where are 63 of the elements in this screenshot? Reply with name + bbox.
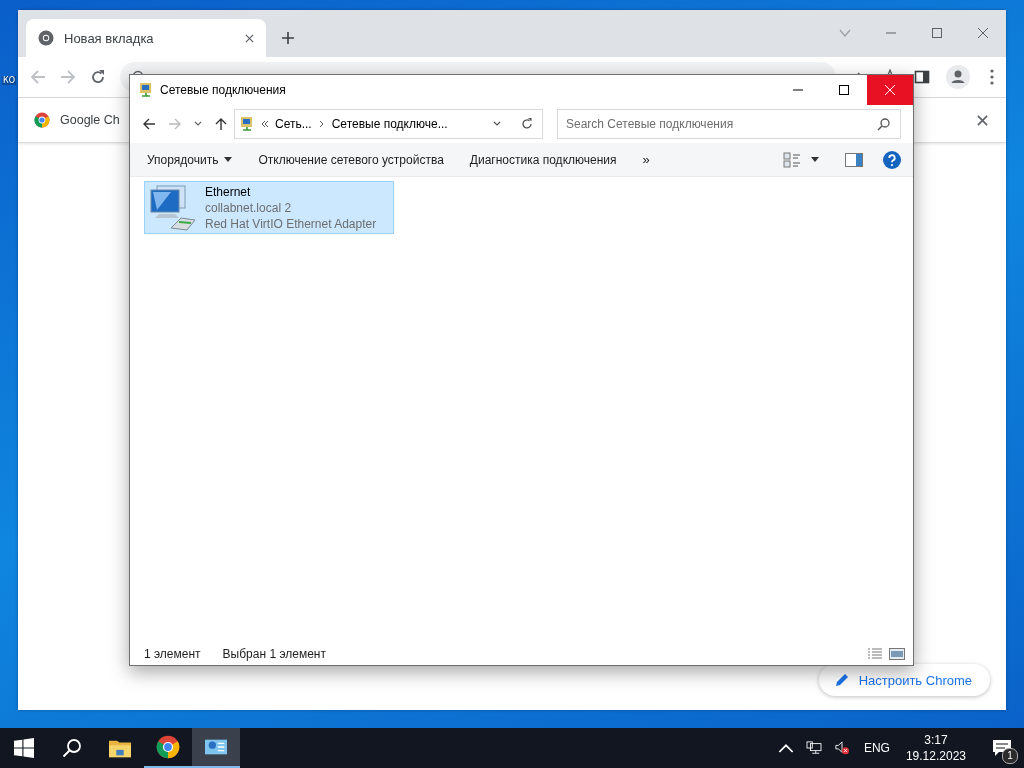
- network-window-icon: [205, 737, 227, 757]
- network-adapter-icon: [149, 183, 197, 232]
- organize-menu-button[interactable]: Упорядочить: [136, 148, 244, 171]
- maximize-icon: [839, 85, 849, 95]
- chrome-icon: [38, 30, 54, 46]
- close-icon: [885, 85, 895, 95]
- breadcrumb-item[interactable]: Сеть...: [275, 117, 312, 131]
- refresh-icon: [519, 117, 534, 131]
- reload-icon[interactable]: [90, 69, 106, 85]
- selection-count: Выбран 1 элемент: [222, 647, 326, 661]
- pencil-icon: [834, 673, 849, 687]
- adapter-detail: collabnet.local 2: [205, 199, 293, 216]
- chevron-right-icon[interactable]: [317, 120, 326, 128]
- speaker-muted-icon[interactable]: [833, 741, 850, 755]
- search-icon: [877, 117, 891, 131]
- profile-icon[interactable]: [946, 65, 970, 89]
- side-panel-icon[interactable]: [914, 69, 930, 85]
- recent-locations-icon[interactable]: [194, 121, 202, 127]
- large-icons-view-icon[interactable]: [889, 648, 905, 660]
- desktop-icon-label[interactable]: КО: [2, 76, 16, 85]
- language-indicator[interactable]: ENG: [863, 741, 890, 755]
- close-icon[interactable]: [977, 114, 988, 126]
- search-field[interactable]: Search Сетевые подключения: [557, 109, 901, 139]
- network-icon[interactable]: [805, 741, 822, 755]
- close-icon[interactable]: [245, 33, 254, 43]
- chrome-logo-icon: [34, 112, 50, 128]
- notification-count-badge: 1: [1002, 748, 1018, 764]
- network-adapter-item[interactable]: Ethernet collabnet.local 2 Red Hat VirtIO Ethernet Adapter: [144, 181, 394, 234]
- chrome-logo-icon: [156, 735, 180, 759]
- up-arrow-icon[interactable]: [214, 117, 228, 131]
- item-count: 1 элемент: [144, 647, 201, 661]
- maximize-icon[interactable]: [931, 27, 943, 39]
- close-icon[interactable]: [977, 27, 989, 39]
- view-options-icon[interactable]: [783, 151, 801, 168]
- back-arrow-icon[interactable]: [142, 117, 156, 131]
- notification-center-button[interactable]: 1: [980, 728, 1024, 768]
- command-button[interactable]: Отключение сетевого устройства: [247, 148, 455, 171]
- menu-icon[interactable]: [990, 69, 994, 85]
- windows-logo-icon: [13, 738, 35, 758]
- adapter-name: Ethernet: [205, 183, 252, 200]
- customize-chrome-button[interactable]: Настроить Chrome: [818, 664, 990, 696]
- refresh-button[interactable]: [511, 109, 543, 139]
- network-connections-button[interactable]: [192, 728, 240, 768]
- command-button[interactable]: Диагностика подключения: [458, 148, 628, 171]
- more-commands-button[interactable]: »: [631, 148, 661, 171]
- address-field[interactable]: Сеть... Сетевые подключе...: [234, 109, 512, 139]
- caret-icon: [224, 157, 233, 162]
- dropdown-chevron-icon[interactable]: [493, 121, 501, 127]
- window-title: Сетевые подключения: [160, 83, 286, 97]
- clock[interactable]: 3:17 19.12.2023: [897, 732, 974, 764]
- caret-icon[interactable]: [811, 157, 819, 162]
- network-folder-icon: [239, 116, 255, 132]
- help-icon[interactable]: [883, 150, 901, 169]
- search-icon: [61, 738, 83, 758]
- new-tab-icon[interactable]: [282, 32, 294, 44]
- breadcrumb-item[interactable]: Сетевые подключе...: [331, 117, 448, 131]
- network-folder-icon: [138, 82, 154, 98]
- infobar-text: Google Ch: [60, 113, 120, 127]
- adapter-detail: Red Hat VirtIO Ethernet Adapter: [205, 215, 377, 232]
- browser-tab[interactable]: Новая вкладка: [26, 19, 266, 57]
- preview-pane-icon[interactable]: [845, 151, 863, 168]
- double-chevron-icon[interactable]: [261, 120, 269, 128]
- folder-icon: [109, 738, 131, 758]
